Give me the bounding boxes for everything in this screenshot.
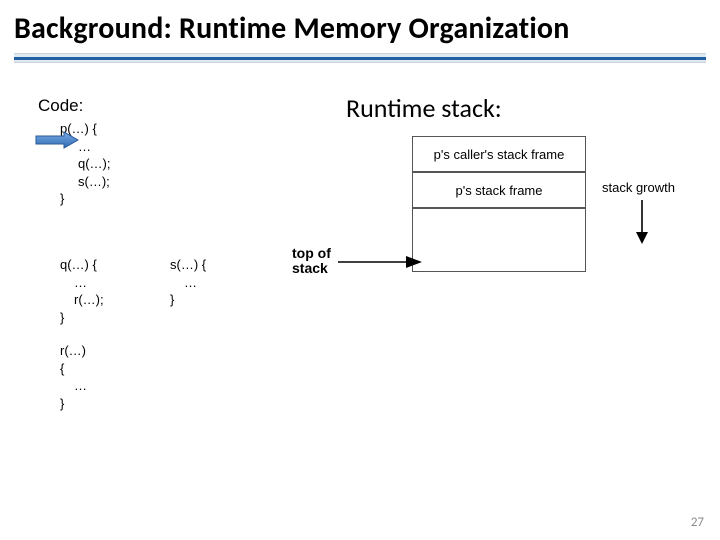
down-arrow-icon: [632, 198, 652, 246]
top-of-stack-label: top of stack: [292, 246, 331, 277]
stack-frame-label: p's stack frame: [455, 183, 542, 198]
code-line: s(…);: [78, 173, 338, 191]
runtime-stack-title: Runtime stack:: [346, 92, 502, 124]
tos-line2: stack: [292, 261, 331, 276]
stack-frame-caller: p's caller's stack frame: [412, 136, 586, 172]
title-rule: [0, 53, 720, 63]
code-line: }: [60, 395, 87, 413]
stack-frame-label: p's caller's stack frame: [434, 147, 565, 162]
code-line: r(…): [60, 342, 87, 360]
code-line: …: [184, 274, 206, 292]
code-line: s(…) {: [170, 256, 206, 274]
pointer-arrow-icon: [34, 130, 80, 150]
code-line: r(…);: [74, 291, 104, 309]
code-block-p: p(…) { … q(…); s(…); }: [38, 120, 338, 208]
code-line: …: [78, 138, 338, 156]
code-line: p(…) {: [60, 120, 338, 138]
code-line: q(…) {: [60, 256, 104, 274]
tos-line1: top of: [292, 246, 331, 261]
code-line: q(…);: [78, 155, 338, 173]
slide-title: Background: Runtime Memory Organization: [0, 0, 720, 53]
code-column: Code: p(…) { … q(…); s(…); }: [38, 96, 338, 208]
code-block-q: q(…) { … r(…); }: [60, 256, 104, 326]
stack-growth-label: stack growth: [602, 180, 675, 195]
code-line: }: [60, 190, 338, 208]
code-label: Code:: [38, 96, 338, 116]
code-line: …: [74, 377, 87, 395]
slide: Background: Runtime Memory Organization …: [0, 0, 720, 540]
code-line: …: [74, 274, 104, 292]
stack-frame-p: p's stack frame: [412, 172, 586, 208]
code-line: {: [60, 360, 87, 378]
right-arrow-icon: [336, 252, 426, 272]
stack-frame-empty: [412, 208, 586, 272]
code-line: }: [60, 309, 104, 327]
code-line: }: [170, 291, 206, 309]
code-block-r: r(…) { … }: [60, 342, 87, 412]
code-block-s: s(…) { … }: [170, 256, 206, 309]
page-number: 27: [691, 515, 704, 530]
